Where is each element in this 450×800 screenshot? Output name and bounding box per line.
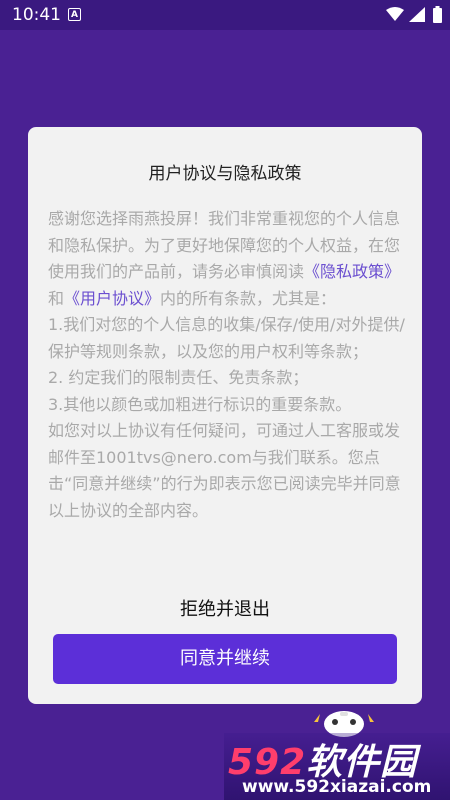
status-bar: 10:41 A xyxy=(0,0,450,30)
signal-icon xyxy=(409,7,425,22)
body-item-2: 2. 约定我们的限制责任、免责条款； xyxy=(48,368,309,387)
battery-icon xyxy=(433,6,442,23)
agree-and-continue-button[interactable]: 同意并继续 xyxy=(53,634,397,684)
wifi-icon xyxy=(386,7,404,21)
body-item-1: 1.我们对您的个人信息的收集/保存/使用/对外提供/保护等规则条款，以及您的用户… xyxy=(48,315,405,361)
reject-and-exit-button[interactable]: 拒绝并退出 xyxy=(28,595,422,621)
notification-icon: A xyxy=(68,8,81,21)
status-time: 10:41 xyxy=(12,5,61,25)
body-item-3: 3.其他以颜色或加粗进行标识的重要条款。 xyxy=(48,394,352,414)
dialog-title: 用户协议与隐私政策 xyxy=(148,164,302,184)
body-and: 和 xyxy=(48,288,65,308)
privacy-dialog: 用户协议与隐私政策 感谢您选择雨燕投屏！我们非常重视您的个人信息和隐私保护。为了… xyxy=(28,127,422,704)
privacy-policy-link[interactable]: 《隐私政策》 xyxy=(304,262,400,281)
watermark-url: www.592xiazai.com xyxy=(242,777,432,797)
watermark: 592软件园 www.592xiazai.com xyxy=(224,733,450,800)
user-agreement-link[interactable]: 《用户协议》 xyxy=(64,289,160,308)
body-after-links: 内的所有条款，尤其是： xyxy=(160,288,337,308)
dialog-body: 感谢您选择雨燕投屏！我们非常重视您的个人信息和隐私保护。为了更好地保障您的个人权… xyxy=(48,206,408,524)
